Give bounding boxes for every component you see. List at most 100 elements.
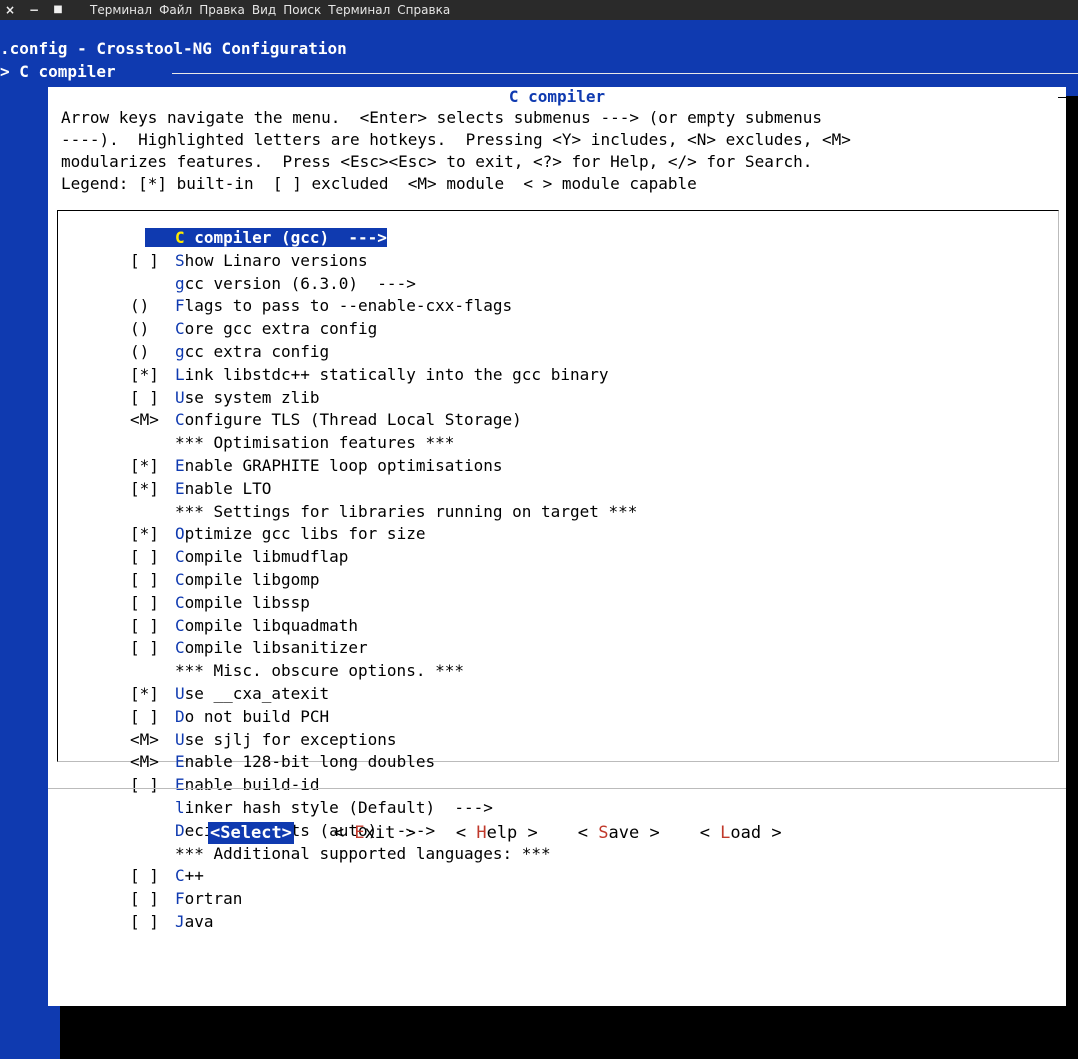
menu-item-text: ore gcc extra config bbox=[184, 319, 378, 339]
menu-item-text: ++ bbox=[184, 866, 204, 886]
menu-item-label: Fortran bbox=[175, 889, 242, 908]
button-row: <Select> < Exit > < Help > < Save > < Load > bbox=[208, 822, 822, 844]
menu-item[interactable]: [*] Link libstdc++ statically into the gc… bbox=[130, 364, 637, 387]
button-label: elp > bbox=[486, 823, 538, 843]
menu-help[interactable]: Справка bbox=[397, 3, 450, 17]
minimize-icon[interactable]: − bbox=[26, 0, 42, 20]
menu-item[interactable]: [*] Enable LTO bbox=[130, 478, 637, 501]
maximize-icon[interactable]: ■ bbox=[50, 0, 66, 20]
header-divider bbox=[172, 73, 1078, 74]
menu-item[interactable]: [ ] Compile libquadmath bbox=[130, 615, 637, 638]
menu-item[interactable]: [ ] Compile libsanitizer bbox=[130, 637, 637, 660]
help-text: Arrow keys navigate the menu. <Enter> se… bbox=[61, 107, 851, 195]
hotkey-letter: C bbox=[175, 592, 185, 612]
menu-edit[interactable]: Правка bbox=[199, 3, 245, 17]
hotkey-letter: C bbox=[175, 319, 185, 339]
load-button[interactable]: < Load > bbox=[700, 822, 782, 844]
menu-item[interactable]: [ ] Enable build-id bbox=[130, 774, 637, 797]
menu-item[interactable]: [ ] Fortran bbox=[130, 888, 637, 911]
button-separator bbox=[48, 788, 1066, 789]
menu-item-text: se sjlj for exceptions bbox=[184, 729, 397, 749]
menu-item[interactable]: [ ] Use system zlib bbox=[130, 387, 637, 410]
exit-button[interactable]: < Exit > bbox=[334, 822, 416, 844]
help-line: ----). Highlighted letters are hotkeys. … bbox=[61, 130, 851, 149]
button-label: elect> bbox=[230, 823, 292, 843]
menu-item-text: how Linaro versions bbox=[184, 250, 368, 270]
select-button[interactable]: <Select> bbox=[208, 822, 294, 844]
breadcrumb: > C compiler bbox=[0, 62, 116, 81]
menu-item[interactable]: () gcc extra config bbox=[130, 341, 637, 364]
menu-item[interactable]: [*] Use __cxa_atexit bbox=[130, 683, 637, 706]
menu-item-text: nable GRAPHITE loop optimisations bbox=[184, 455, 503, 475]
option-state: () bbox=[130, 319, 150, 339]
save-button[interactable]: < Save > bbox=[578, 822, 660, 844]
help-button[interactable]: < Help > bbox=[456, 822, 538, 844]
hotkey-letter: C bbox=[175, 410, 185, 430]
hotkey-letter: l bbox=[175, 797, 185, 817]
menu-item[interactable]: [ ] Compile libgomp bbox=[130, 569, 637, 592]
button-label: ave > bbox=[608, 823, 660, 843]
hotkey-letter: E bbox=[175, 455, 185, 475]
menu-item-label: Java bbox=[175, 912, 214, 931]
hotkey-letter: F bbox=[175, 889, 185, 909]
menu-item-text: *** Optimisation features *** bbox=[175, 433, 455, 453]
menu-item[interactable]: <M> Use sjlj for exceptions bbox=[130, 729, 637, 752]
menu-item[interactable]: [*] Optimize gcc libs for size bbox=[130, 523, 637, 546]
menu-item-label: *** Optimisation features *** bbox=[175, 433, 454, 452]
menu-comment: *** Additional supported languages: *** bbox=[130, 843, 637, 866]
button-hotkey: H bbox=[476, 823, 487, 843]
button-bracket: < bbox=[577, 823, 599, 843]
option-state: [ ] bbox=[130, 638, 159, 658]
menu-item[interactable]: linker hash style (Default) ---> bbox=[130, 797, 637, 820]
menu-item-label: C compiler (gcc) ---> bbox=[145, 228, 387, 247]
help-line: Arrow keys navigate the menu. <Enter> se… bbox=[61, 108, 822, 127]
menu-item[interactable]: [ ] C++ bbox=[130, 865, 637, 888]
close-icon[interactable]: × bbox=[2, 0, 18, 20]
menu-terminal-2[interactable]: Терминал bbox=[328, 3, 390, 17]
menu-item[interactable]: <M> Enable 128-bit long doubles bbox=[130, 751, 637, 774]
menu-item[interactable]: [ ] Show Linaro versions bbox=[130, 250, 637, 273]
menu-item[interactable]: [ ] Do not build PCH bbox=[130, 706, 637, 729]
menu-item[interactable]: [*] Enable GRAPHITE loop optimisations bbox=[130, 455, 637, 478]
menu-item-label: *** Misc. obscure options. *** bbox=[175, 661, 464, 680]
option-state: [*] bbox=[130, 478, 159, 498]
option-state: [ ] bbox=[130, 569, 159, 589]
help-line: Legend: [*] built-in [ ] excluded <M> mo… bbox=[61, 174, 697, 193]
option-state: [*] bbox=[130, 683, 159, 703]
menu-item[interactable]: [ ] Compile libssp bbox=[130, 592, 637, 615]
menu-item-text: nable 128-bit long doubles bbox=[184, 752, 436, 772]
help-line: modularizes features. Press <Esc><Esc> t… bbox=[61, 152, 813, 171]
option-state: () bbox=[130, 341, 150, 361]
option-state: [*] bbox=[130, 455, 159, 475]
menu-item[interactable]: [ ] Java bbox=[130, 911, 637, 934]
menu-item[interactable]: <M> Configure TLS (Thread Local Storage) bbox=[130, 409, 637, 432]
menu-file[interactable]: Файл bbox=[159, 3, 192, 17]
menu-view[interactable]: Вид bbox=[252, 3, 276, 17]
hotkey-letter: U bbox=[175, 683, 185, 703]
menu-item-label: Use __cxa_atexit bbox=[175, 684, 329, 703]
menu-item-label: gcc extra config bbox=[175, 342, 329, 361]
menu-item[interactable]: gcc version (6.3.0) ---> bbox=[130, 273, 637, 296]
menu-item-label: C++ bbox=[175, 866, 204, 885]
menu-item-label: Enable GRAPHITE loop optimisations bbox=[175, 456, 503, 475]
menu-item[interactable]: () Flags to pass to --enable-cxx-flags bbox=[130, 295, 637, 318]
button-bracket: < bbox=[333, 823, 355, 843]
hotkey-letter: O bbox=[175, 524, 185, 544]
option-state: [ ] bbox=[130, 250, 159, 270]
menu-terminal[interactable]: Терминал bbox=[90, 3, 152, 17]
option-state: () bbox=[130, 296, 150, 316]
menu-item-text: ortran bbox=[184, 889, 243, 909]
menu-item[interactable]: C compiler (gcc) ---> bbox=[130, 227, 637, 250]
menu-item-label: Compile libmudflap bbox=[175, 547, 348, 566]
menu-search[interactable]: Поиск bbox=[283, 3, 321, 17]
menu-item-text: ompile libsanitizer bbox=[184, 638, 368, 658]
menu-item[interactable]: [ ] Compile libmudflap bbox=[130, 546, 637, 569]
hotkey-letter: S bbox=[175, 250, 185, 270]
button-bracket: < bbox=[699, 823, 721, 843]
hotkey-letter: C bbox=[175, 615, 185, 635]
menu-item-text: cc version (6.3.0) ---> bbox=[184, 273, 416, 293]
option-state: [*] bbox=[130, 364, 159, 384]
menu-comment: *** Settings for libraries running on ta… bbox=[130, 501, 637, 524]
button-label: oad > bbox=[730, 823, 782, 843]
menu-item[interactable]: () Core gcc extra config bbox=[130, 318, 637, 341]
